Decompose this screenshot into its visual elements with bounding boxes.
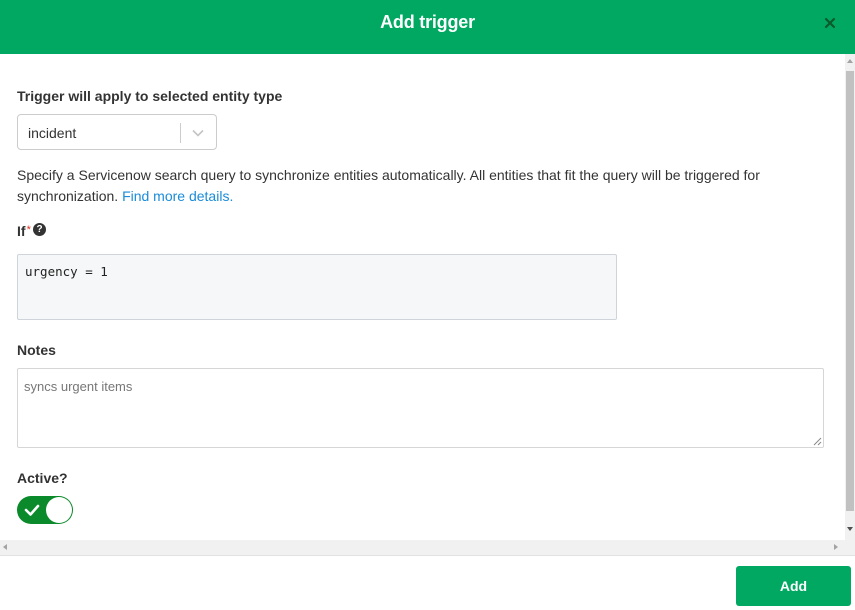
help-icon[interactable]: ? — [33, 223, 46, 236]
find-more-details-link[interactable]: Find more details. — [122, 188, 233, 204]
entity-type-label: Trigger will apply to selected entity ty… — [17, 88, 283, 104]
check-icon — [24, 504, 40, 516]
if-label-text: If — [17, 223, 26, 239]
close-icon[interactable] — [823, 16, 837, 30]
vertical-scroll-thumb[interactable] — [846, 71, 854, 511]
dialog-header: Add trigger — [0, 0, 855, 54]
resize-grip-icon[interactable] — [813, 437, 822, 446]
chevron-down-icon[interactable] — [190, 126, 206, 140]
active-toggle[interactable] — [17, 496, 73, 524]
dialog-body: Trigger will apply to selected entity ty… — [0, 54, 845, 540]
dialog-footer: Add — [0, 555, 855, 610]
notes-value: syncs urgent items — [24, 379, 133, 394]
vertical-scrollbar[interactable] — [845, 54, 855, 540]
entity-type-select[interactable]: incident — [17, 114, 217, 150]
query-description: Specify a Servicenow search query to syn… — [17, 165, 807, 207]
query-input[interactable]: urgency = 1 — [17, 254, 617, 320]
select-separator — [180, 123, 181, 143]
entity-type-value: incident — [28, 125, 77, 141]
scroll-up-icon[interactable] — [847, 59, 853, 63]
scrollbar-corner — [845, 540, 855, 555]
horizontal-scrollbar[interactable] — [0, 540, 845, 555]
toggle-knob — [46, 497, 72, 523]
notes-label: Notes — [17, 342, 56, 358]
dialog-title: Add trigger — [380, 12, 475, 32]
active-label: Active? — [17, 470, 68, 486]
required-marker: * — [26, 224, 31, 236]
scroll-left-icon[interactable] — [3, 544, 7, 550]
scroll-down-icon[interactable] — [847, 527, 853, 531]
scroll-right-icon[interactable] — [834, 544, 838, 550]
if-label: If* — [17, 223, 31, 239]
add-button[interactable]: Add — [736, 566, 851, 606]
notes-field[interactable]: syncs urgent items — [17, 368, 824, 448]
